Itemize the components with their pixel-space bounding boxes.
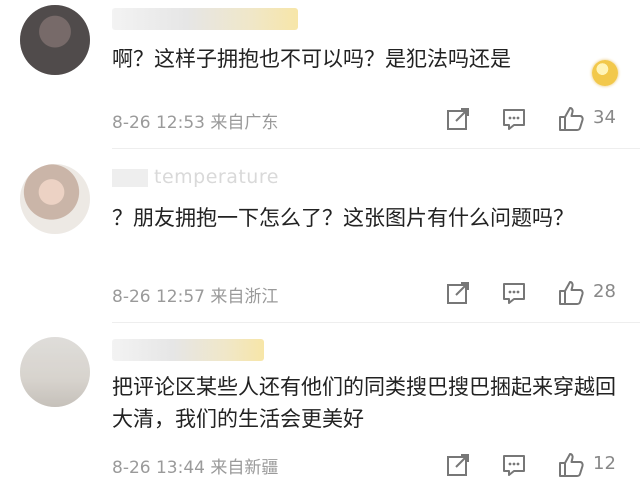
comment-meta: 8-26 12:57 来自浙江 xyxy=(112,282,278,307)
comment-meta: 8-26 12:53 来自广东 xyxy=(112,108,278,133)
comment-text: 啊？这样子拥抱也不可以吗？是犯法吗还是 xyxy=(112,47,511,71)
comment-text: 把评论区某些人还有他们的同类搜巴搜巴捆起来穿越回大清，我们的生活会更美好 xyxy=(112,375,616,431)
comment-meta: 8-26 13:44 来自新疆 xyxy=(112,453,278,478)
comment-actions: 12 xyxy=(445,452,620,478)
timestamp: 8-26 12:53 xyxy=(112,113,205,133)
comment-icon[interactable] xyxy=(501,452,527,478)
avatar[interactable] xyxy=(20,337,90,407)
share-icon[interactable] xyxy=(445,452,471,478)
thumbs-up-icon[interactable] xyxy=(557,106,585,132)
username-redacted[interactable] xyxy=(112,8,298,30)
comment-text: ？朋友拥抱一下怎么了？这张图片有什么问题吗？ xyxy=(112,206,574,230)
comment-icon[interactable] xyxy=(501,280,527,306)
like-count: 12 xyxy=(593,453,616,474)
avatar[interactable] xyxy=(20,5,90,75)
location: 来自浙江 xyxy=(210,287,279,307)
divider xyxy=(112,148,640,149)
gold-badge-icon xyxy=(592,60,618,86)
divider xyxy=(112,322,640,323)
username[interactable]: temperature xyxy=(112,166,279,188)
comment-actions: 34 xyxy=(445,106,620,132)
thumbs-up-icon[interactable] xyxy=(557,452,585,478)
timestamp: 8-26 12:57 xyxy=(112,287,205,307)
comment-item: temperature ？朋友拥抱一下怎么了？这张图片有什么问题吗？ 8-26 … xyxy=(0,150,640,325)
comment-actions: 28 xyxy=(445,280,620,306)
comment-icon[interactable] xyxy=(501,106,527,132)
share-icon[interactable] xyxy=(445,106,471,132)
share-icon[interactable] xyxy=(445,280,471,306)
like-count: 28 xyxy=(593,281,616,302)
comment-item: 啊？这样子拥抱也不可以吗？是犯法吗还是 8-26 12:53 来自广东 34 xyxy=(0,0,640,150)
location: 来自新疆 xyxy=(210,458,279,478)
like-count: 34 xyxy=(593,107,616,128)
thumbs-up-icon[interactable] xyxy=(557,280,585,306)
timestamp: 8-26 13:44 xyxy=(112,458,205,478)
comment-item: 把评论区某些人还有他们的同类搜巴搜巴捆起来穿越回大清，我们的生活会更美好 8-2… xyxy=(0,325,640,478)
username-redacted[interactable] xyxy=(112,339,264,361)
avatar[interactable] xyxy=(20,164,90,234)
location: 来自广东 xyxy=(210,113,279,133)
